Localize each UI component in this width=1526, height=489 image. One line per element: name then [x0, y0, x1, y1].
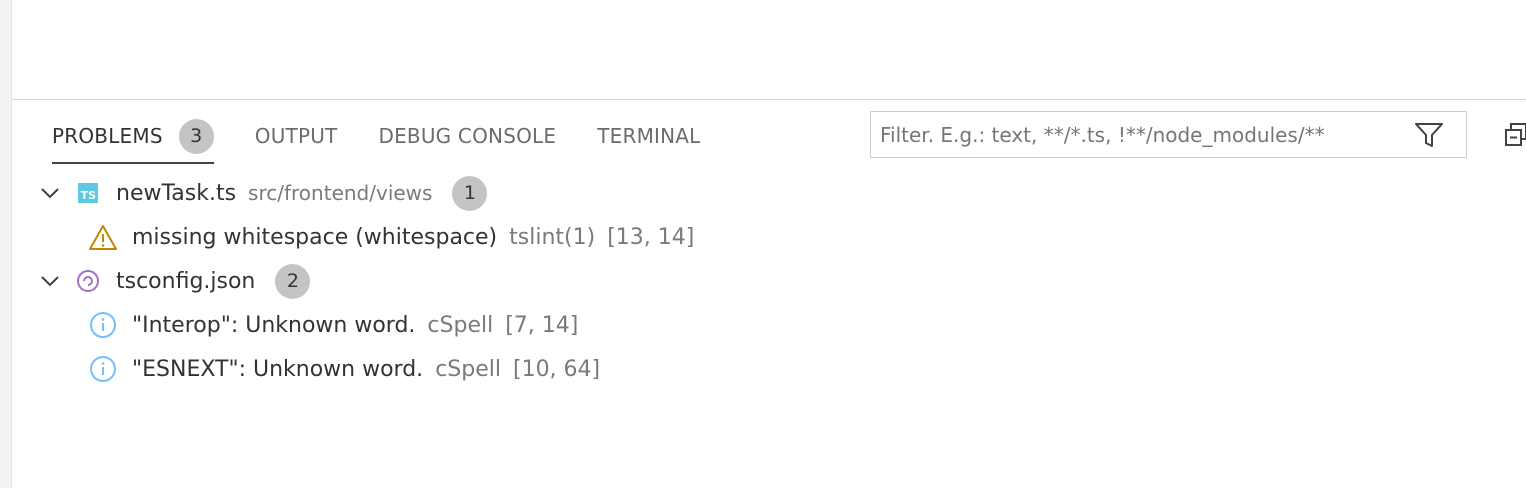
- tsconfig-file-icon: [76, 269, 100, 293]
- typescript-file-icon: TS: [76, 181, 100, 205]
- file-problem-count: 2: [275, 263, 311, 299]
- filter-input[interactable]: [871, 121, 1412, 148]
- problems-count-badge: 3: [178, 118, 214, 154]
- file-name: tsconfig.json: [116, 268, 256, 294]
- problem-message: missing whitespace (whitespace): [132, 224, 498, 250]
- file-name: newTask.ts: [116, 180, 237, 206]
- bottom-panel: PROBLEMS 3 OUTPUT DEBUG CONSOLE TERMINAL: [12, 99, 1526, 489]
- problem-source: cSpell: [435, 356, 501, 382]
- panel-tabs: PROBLEMS 3 OUTPUT DEBUG CONSOLE TERMINAL: [52, 112, 742, 164]
- tab-problems-label: PROBLEMS: [52, 124, 163, 148]
- problems-tree: TS newTask.ts src/frontend/views 1 missi…: [12, 171, 1526, 391]
- file-row-newtask[interactable]: TS newTask.ts src/frontend/views 1: [12, 171, 1526, 215]
- tab-output[interactable]: OUTPUT: [255, 112, 338, 160]
- tab-debug-console-label: DEBUG CONSOLE: [378, 124, 557, 148]
- problem-position: [7, 14]: [505, 312, 579, 338]
- file-problem-count: 1: [452, 175, 488, 211]
- tab-problems[interactable]: PROBLEMS 3: [52, 112, 214, 164]
- filter-icon[interactable]: [1414, 122, 1444, 148]
- tab-debug-console[interactable]: DEBUG CONSOLE: [378, 112, 556, 160]
- warning-icon: [88, 222, 118, 252]
- problems-filter: [870, 111, 1467, 158]
- problem-row[interactable]: "ESNEXT": Unknown word. cSpell [10, 64]: [12, 347, 1526, 391]
- problem-position: [13, 14]: [607, 224, 695, 250]
- problem-row[interactable]: missing whitespace (whitespace) tslint(1…: [12, 215, 1526, 259]
- problem-message: "ESNEXT": Unknown word.: [132, 356, 424, 382]
- info-icon: [88, 354, 118, 384]
- activity-bar-edge: [0, 0, 12, 488]
- file-row-tsconfig[interactable]: tsconfig.json 2: [12, 259, 1526, 303]
- problem-message: "Interop": Unknown word.: [132, 312, 416, 338]
- tab-output-label: OUTPUT: [254, 124, 338, 148]
- problem-source: cSpell: [427, 312, 494, 338]
- chevron-down-icon[interactable]: [38, 269, 62, 293]
- collapse-all-icon[interactable]: [1504, 123, 1526, 147]
- file-path: src/frontend/views: [248, 181, 433, 205]
- problem-position: [10, 64]: [512, 356, 601, 382]
- editor-area: [12, 0, 1526, 99]
- tab-terminal-label: TERMINAL: [597, 124, 701, 148]
- chevron-down-icon[interactable]: [38, 181, 62, 205]
- problem-source: tslint(1): [509, 224, 596, 250]
- tab-terminal[interactable]: TERMINAL: [597, 112, 700, 160]
- problem-row[interactable]: "Interop": Unknown word. cSpell [7, 14]: [12, 303, 1526, 347]
- info-icon: [88, 310, 118, 340]
